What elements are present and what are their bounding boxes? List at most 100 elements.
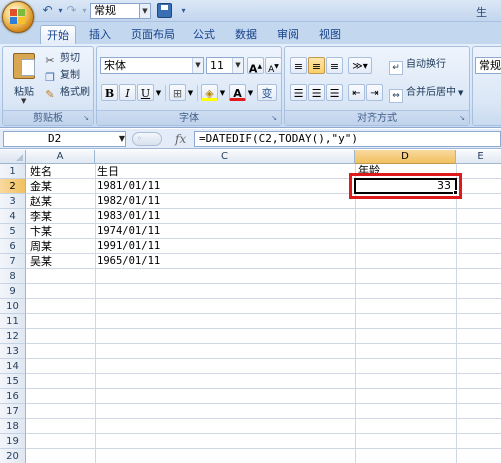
select-all-button[interactable] [0,150,26,164]
font-name-combo[interactable]: 宋体 ▼ [100,57,204,74]
underline-button[interactable]: U [137,84,154,101]
format-painter-button[interactable]: ✎ 格式刷 [43,85,90,101]
cell-c1[interactable]: 生日 [97,164,119,179]
cell-a1[interactable]: 姓名 [30,164,52,179]
copy-label: 复制 [60,70,80,81]
align-bottom-icon[interactable]: ≡ [326,57,343,74]
align-right-icon[interactable]: ☰ [326,84,343,101]
chevron-down-icon[interactable]: ▼ [154,84,163,101]
chevron-down-icon[interactable]: ▼ [117,131,127,147]
grow-font-button[interactable]: A▲ [247,57,264,76]
cell-a4[interactable]: 李某 [30,209,52,224]
worksheet-grid[interactable]: A C D E 1 2 3 4 5 6 7 8 9 10 11 12 13 14… [0,150,501,463]
gridline [26,448,501,449]
tab-view[interactable]: 视图 [314,25,346,44]
number-format-combo[interactable]: 常规 [475,57,501,74]
row-header[interactable]: 10 [0,299,26,314]
italic-button[interactable]: I [119,84,136,101]
row-header-selected[interactable]: 2 [0,179,26,194]
gridline [26,328,501,329]
office-button[interactable] [2,1,34,33]
insert-function-icon[interactable]: fx [175,131,193,147]
row-header[interactable]: 19 [0,434,26,449]
chevron-down-icon[interactable]: ▼ [186,84,195,101]
column-header-d[interactable]: D [355,150,456,164]
row-header[interactable]: 6 [0,239,26,254]
row-header[interactable]: 3 [0,194,26,209]
tab-review[interactable]: 审阅 [272,25,304,44]
column-header-a[interactable]: A [26,150,95,164]
separator [197,85,198,101]
quick-number-format-combo[interactable]: 常规 [90,3,140,19]
column-header-e[interactable]: E [456,150,501,164]
row-header[interactable]: 17 [0,404,26,419]
tab-page-layout[interactable]: 页面布局 [126,25,180,44]
shrink-font-button[interactable]: A▼ [265,57,282,75]
cell-a3[interactable]: 赵某 [30,194,52,209]
ribbon-tabs: 开始 插入 页面布局 公式 数据 审阅 视图 [0,22,501,44]
increase-indent-icon[interactable]: ⇥ [366,84,383,101]
dialog-launcher-icon[interactable]: ↘ [82,114,90,122]
cell-c2[interactable]: 1981/01/11 [97,179,160,194]
row-header[interactable]: 7 [0,254,26,269]
align-center-icon[interactable]: ☰ [308,84,325,101]
align-top-icon[interactable]: ≡ [290,57,307,74]
name-box[interactable]: D2 [3,131,126,147]
row-header[interactable]: 18 [0,419,26,434]
row-header[interactable]: 14 [0,359,26,374]
title-bar: ↶ ▾ ↷ ▾ 常规 ▼ ▾ 生 [0,0,501,33]
save-icon[interactable] [157,3,172,18]
row-header[interactable]: 20 [0,449,26,463]
dialog-launcher-icon[interactable]: ↘ [458,114,466,122]
cell-a2[interactable]: 金某 [30,179,52,194]
row-header[interactable]: 16 [0,389,26,404]
chevron-down-icon[interactable]: ▼ [458,89,463,97]
row-header[interactable]: 15 [0,374,26,389]
cell-c3[interactable]: 1982/01/11 [97,194,160,209]
wrap-text-button[interactable]: ↵ 自动换行 [389,57,446,75]
cell-c7[interactable]: 1965/01/11 [97,254,160,269]
cut-button[interactable]: ✂ 剪切 [43,51,80,67]
fill-color-icon[interactable]: ◈ [201,84,218,101]
dialog-launcher-icon[interactable]: ↘ [270,114,278,122]
row-header[interactable]: 12 [0,329,26,344]
font-size-combo[interactable]: 11 ▼ [206,57,244,74]
chevron-down-icon[interactable]: ▼ [218,84,227,101]
font-color-icon[interactable]: A [229,84,246,101]
formula-input[interactable]: =DATEDIF(C2,TODAY(),"y") [194,131,501,147]
row-header[interactable]: 8 [0,269,26,284]
formula-bar-resize-handle[interactable]: ◦ [132,132,162,146]
row-header[interactable]: 9 [0,284,26,299]
merge-center-button[interactable]: ⇔ 合并后居中 ▼ [389,85,463,103]
chevron-down-icon[interactable]: ▼ [232,58,243,73]
cell-a6[interactable]: 周某 [30,239,52,254]
borders-icon[interactable]: ⊞ [169,84,186,101]
customize-quick-access-icon[interactable]: ▾ [176,3,191,18]
copy-button[interactable]: ❐ 复制 [43,68,80,84]
row-header[interactable]: 11 [0,314,26,329]
align-left-icon[interactable]: ☰ [290,84,307,101]
paste-button[interactable]: 粘贴 ▼ [7,51,41,109]
bold-button[interactable]: B [101,84,118,101]
cell-c5[interactable]: 1974/01/11 [97,224,160,239]
row-header[interactable]: 5 [0,224,26,239]
column-header-c[interactable]: C [95,150,355,164]
row-header[interactable]: 13 [0,344,26,359]
orientation-icon[interactable]: ≫▾ [348,57,372,74]
phonetic-guide-button[interactable]: 变 [257,84,277,101]
align-middle-icon[interactable]: ≡ [308,57,325,74]
row-header[interactable]: 1 [0,164,26,179]
tab-formulas[interactable]: 公式 [188,25,220,44]
chevron-down-icon[interactable]: ▼ [246,84,255,101]
cell-c6[interactable]: 1991/01/11 [97,239,160,254]
tab-home[interactable]: 开始 [40,25,76,44]
cell-c4[interactable]: 1983/01/11 [97,209,160,224]
chevron-down-icon[interactable]: ▼ [192,58,203,73]
tab-insert[interactable]: 插入 [84,25,116,44]
row-header[interactable]: 4 [0,209,26,224]
cell-a5[interactable]: 卞某 [30,224,52,239]
tab-data[interactable]: 数据 [230,25,262,44]
decrease-indent-icon[interactable]: ⇤ [348,84,365,101]
chevron-down-icon[interactable]: ▼ [140,3,151,19]
cell-a7[interactable]: 吴某 [30,254,52,269]
